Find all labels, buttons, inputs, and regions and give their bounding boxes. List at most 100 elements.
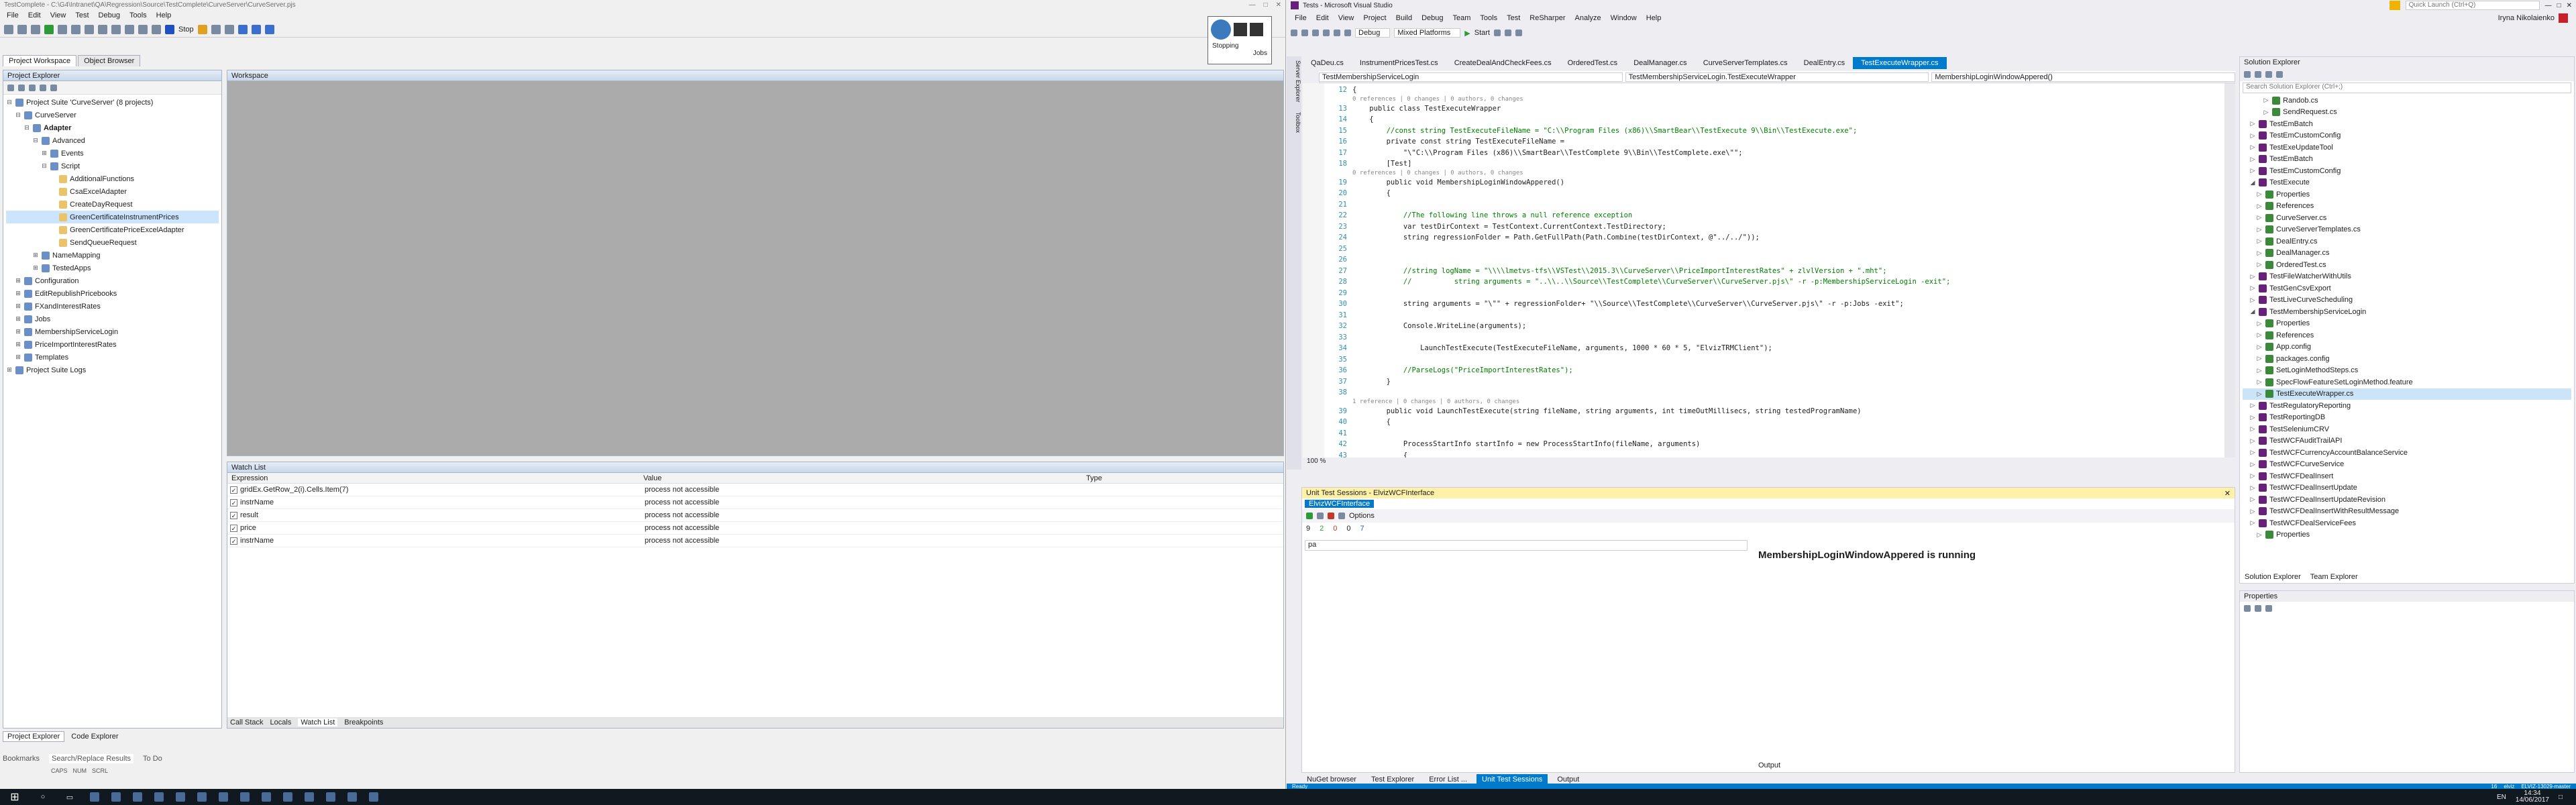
stop-button[interactable]: Stop	[178, 25, 194, 34]
add-icon[interactable]	[7, 84, 14, 91]
undo-icon[interactable]	[1334, 30, 1340, 36]
expand-toggle-icon[interactable]: ⊞	[15, 290, 21, 297]
solution-tree-node[interactable]: ▷ TestLiveCurveScheduling	[2243, 294, 2571, 307]
expand-toggle-icon[interactable]: ▷	[2256, 261, 2263, 268]
tab-object-browser[interactable]: Object Browser	[78, 55, 141, 66]
outlook-icon[interactable]	[219, 792, 228, 802]
chrome-icon[interactable]	[133, 792, 142, 802]
vs-menu-item[interactable]: Build	[1396, 14, 1412, 22]
tree-node[interactable]: ⊞ Project Suite Logs	[6, 364, 219, 376]
file-explorer-icon[interactable]	[111, 792, 121, 802]
expand-toggle-icon[interactable]: ⊞	[15, 354, 21, 361]
back-icon[interactable]	[1291, 30, 1297, 36]
tree-node[interactable]: SendQueueRequest	[6, 236, 219, 249]
tab-watch-list[interactable]: Watch List	[298, 718, 338, 727]
tab-locals[interactable]: Locals	[270, 718, 292, 727]
tree-node[interactable]: GreenCertificateInstrumentPrices	[6, 211, 219, 223]
tc-menu-edit[interactable]: Edit	[28, 11, 41, 19]
uts-options[interactable]: Options	[1349, 512, 1375, 520]
expand-toggle-icon[interactable]: ▷	[2256, 237, 2263, 245]
tree-node[interactable]: CsaExcelAdapter	[6, 185, 219, 198]
tab-call-stack[interactable]: Call Stack	[230, 718, 264, 727]
save-all-icon[interactable]	[1323, 30, 1330, 36]
code-lens[interactable]: 0 references | 0 changes | 0 authors, 0 …	[1352, 96, 1523, 103]
solution-tree-node[interactable]: ▷ Properties	[2243, 529, 2571, 541]
solution-tree-node[interactable]: ▷ TestWCFAuditTrailAPI	[2243, 435, 2571, 447]
se-search-input[interactable]: Search Solution Explorer (Ctrl+;)	[2243, 83, 2571, 93]
watch-col-type[interactable]: Type	[1086, 474, 1102, 482]
tc-menu-help[interactable]: Help	[156, 11, 172, 19]
checkbox[interactable]: ✓	[230, 511, 237, 519]
expand-toggle-icon[interactable]: ▷	[2249, 297, 2256, 304]
expand-toggle-icon[interactable]: ◢	[2249, 179, 2256, 186]
solution-tree-node[interactable]: ▷ App.config	[2243, 341, 2571, 354]
tc-menu-tools[interactable]: Tools	[129, 11, 147, 19]
tree-node[interactable]: ⊞ Events	[6, 147, 219, 160]
tree-node[interactable]: GreenCertificatePriceExcelAdapter	[6, 223, 219, 236]
tab-breakpoints[interactable]: Breakpoints	[344, 718, 383, 727]
step-icon[interactable]	[211, 24, 221, 34]
expand-toggle-icon[interactable]: ▷	[2249, 273, 2256, 280]
property-pages-icon[interactable]	[2265, 605, 2272, 612]
server-explorer-tab[interactable]: Server Explorer	[1293, 56, 1303, 107]
expand-toggle-icon[interactable]: ▷	[2256, 378, 2263, 386]
stop-icon[interactable]	[1250, 23, 1263, 36]
expand-toggle-icon[interactable]: ▷	[2249, 414, 2256, 421]
tree-node[interactable]: ⊟ Advanced	[6, 134, 219, 147]
expand-toggle-icon[interactable]: ▷	[2256, 367, 2263, 374]
vs-menu-item[interactable]: ReSharper	[1529, 14, 1565, 22]
categorized-icon[interactable]	[2244, 605, 2251, 612]
solution-tree-node[interactable]: ▷ Properties	[2243, 189, 2571, 201]
layout-icon[interactable]	[237, 24, 248, 34]
tab-team-explorer[interactable]: Team Explorer	[2310, 573, 2358, 581]
config-dropdown[interactable]: Debug	[1355, 28, 1391, 38]
solution-tree-node[interactable]: ▷ TestWCFDealInsertUpdate	[2243, 482, 2571, 494]
solution-tree-node[interactable]: ▷ TestReportingDB	[2243, 412, 2571, 424]
solution-tree-node[interactable]: ▷ TestEmCustomConfig	[2243, 165, 2571, 177]
vs-menu-item[interactable]: Tools	[1480, 14, 1497, 22]
uts-session-tab[interactable]: ElvizWCFInterface	[1305, 500, 1375, 508]
tab-document[interactable]: QaDeu.cs	[1303, 57, 1352, 69]
expand-toggle-icon[interactable]: ▷	[2249, 167, 2256, 174]
redo-icon[interactable]	[125, 24, 134, 34]
layout3-icon[interactable]	[264, 24, 274, 34]
pause-icon[interactable]	[1234, 23, 1247, 36]
tree-node[interactable]: ⊟ Project Suite 'CurveServer' (8 projects…	[6, 96, 219, 109]
watch-col-expression[interactable]: Expression	[227, 474, 643, 482]
expand-toggle-icon[interactable]: ⊞	[32, 264, 39, 272]
expand-toggle-icon[interactable]: ⊞	[15, 303, 21, 310]
tab-solution-explorer[interactable]: Solution Explorer	[2242, 573, 2304, 581]
expand-toggle-icon[interactable]: ⊞	[15, 341, 21, 348]
expand-toggle-icon[interactable]: ▷	[2249, 437, 2256, 445]
vs-menu-item[interactable]: Window	[1611, 14, 1637, 22]
edge-icon[interactable]	[90, 792, 99, 802]
tree-node[interactable]: ⊞ MembershipServiceLogin	[6, 325, 219, 338]
expand-toggle-icon[interactable]: ▷	[2256, 390, 2263, 398]
tab-document[interactable]: DealEntry.cs	[1796, 57, 1854, 69]
run-icon[interactable]	[40, 84, 46, 91]
nav-type-dropdown[interactable]: TestMembershipServiceLogin.TestExecuteWr…	[1625, 72, 1929, 82]
failed-count[interactable]: 0	[1333, 525, 1337, 533]
minimize-icon[interactable]: —	[2545, 2, 2552, 9]
watch-row[interactable]: ✓ price process not accessible	[227, 522, 1283, 535]
total-count[interactable]: 9	[1306, 525, 1310, 533]
solution-tree-node[interactable]: ▷ References	[2243, 201, 2571, 213]
tree-node[interactable]: ⊞ FXandInterestRates	[6, 300, 219, 313]
solution-tree-node[interactable]: ▷ packages.config	[2243, 353, 2571, 365]
watch-row[interactable]: ✓ result process not accessible	[227, 509, 1283, 522]
collapse-all-icon[interactable]	[2265, 71, 2272, 78]
remove-icon[interactable]	[18, 84, 25, 91]
expand-toggle-icon[interactable]: ⊞	[41, 150, 48, 157]
solution-tree-node[interactable]: ▷ DealEntry.cs	[2243, 235, 2571, 248]
debug-tests-icon[interactable]	[1317, 513, 1324, 519]
expand-toggle-icon[interactable]: ▷	[2249, 156, 2256, 163]
delete-icon[interactable]	[98, 24, 107, 34]
watch-row[interactable]: ✓ gridEx.GetRow_2(i).Cells.Item(7) process…	[227, 484, 1283, 496]
code-editor[interactable]: 12 {0 references | 0 changes | 0 authors,…	[1303, 83, 2235, 468]
tree-node[interactable]: ⊞ NameMapping	[6, 249, 219, 262]
solution-tree-node[interactable]: ◢ TestMembershipServiceLogin	[2243, 306, 2571, 318]
tab-todo[interactable]: To Do	[143, 755, 162, 763]
maximize-icon[interactable]: □	[2557, 2, 2561, 9]
nav-member-dropdown[interactable]: MembershipLoginWindowAppered()	[1931, 72, 2236, 82]
firefox-icon[interactable]	[154, 792, 164, 802]
